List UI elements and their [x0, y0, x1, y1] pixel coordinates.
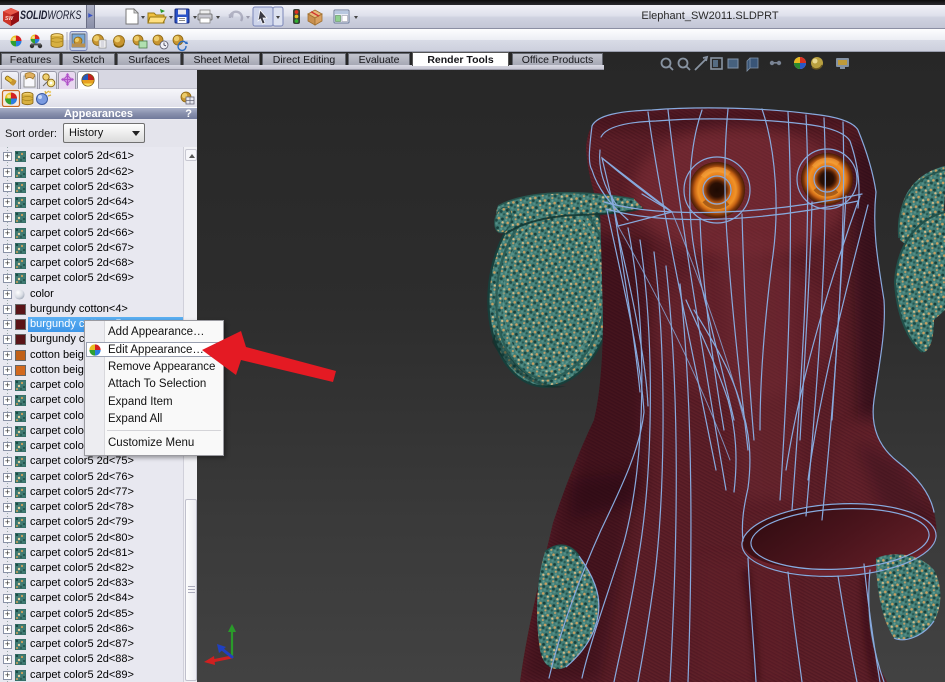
svg-text:SW: SW [5, 16, 14, 22]
